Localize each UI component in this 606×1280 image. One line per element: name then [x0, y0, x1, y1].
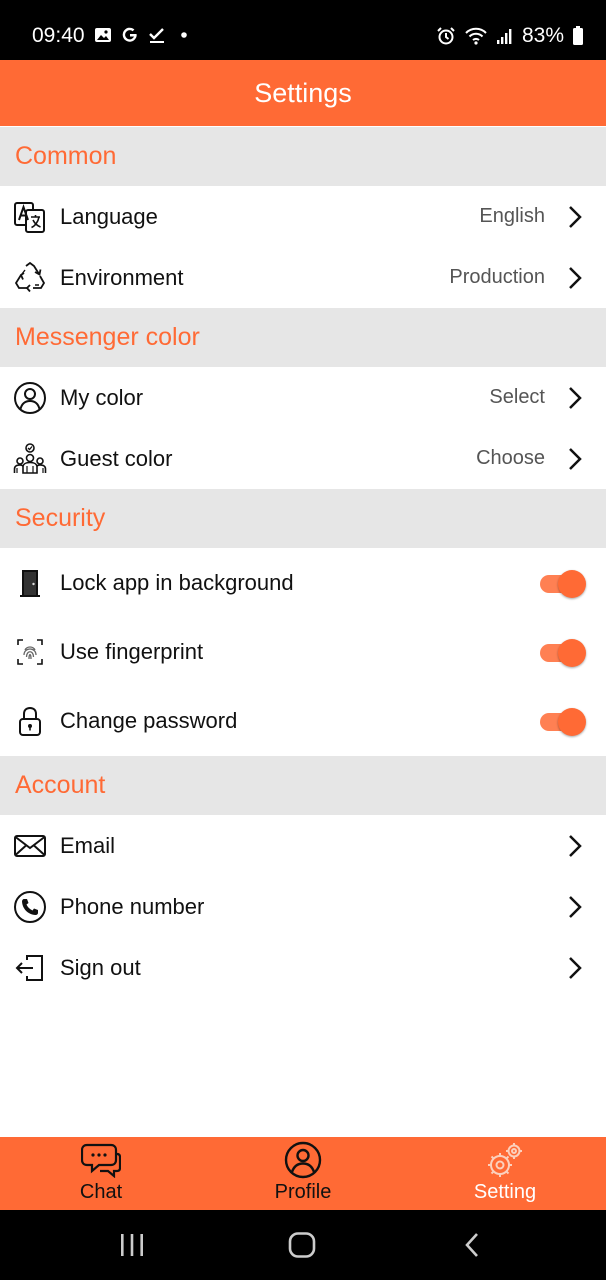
sign-out-label: Sign out — [60, 954, 141, 980]
toggle-knob — [558, 707, 586, 736]
setting-row-environment[interactable]: Environment Production — [0, 247, 606, 308]
settings-screen: 09:40 83% Settings Common Language Engli… — [0, 0, 606, 1280]
language-value: English — [479, 205, 545, 227]
setting-row-change-password: Change password — [0, 686, 606, 755]
door-icon — [13, 566, 47, 600]
chevron-right-icon — [569, 205, 582, 228]
section-header-security: Security — [0, 489, 606, 548]
toggle-knob — [558, 638, 586, 667]
status-left-icons — [94, 26, 189, 44]
system-navigation-bar — [0, 1210, 606, 1280]
home-icon[interactable] — [282, 1230, 322, 1260]
page-title: Settings — [254, 77, 352, 108]
wifi-icon — [465, 27, 487, 45]
translate-icon — [13, 200, 47, 234]
profile-icon — [283, 1141, 323, 1179]
back-icon[interactable] — [452, 1230, 492, 1260]
my-color-value: Select — [489, 386, 545, 408]
status-time: 09:40 — [32, 24, 85, 47]
email-label: Email — [60, 832, 116, 858]
gallery-icon — [95, 28, 111, 42]
status-bar: 09:40 83% — [0, 0, 606, 60]
nav-tab-profile[interactable]: Profile — [203, 1137, 403, 1210]
battery-percent: 83% — [521, 24, 564, 47]
dot-icon — [181, 32, 187, 38]
signal-icon — [496, 29, 512, 44]
setting-row-lock-app: Lock app in background — [0, 548, 606, 617]
alarm-icon — [437, 27, 455, 45]
fingerprint-toggle[interactable] — [540, 637, 586, 667]
bottom-navigation: Chat Profile Setting — [0, 1137, 606, 1210]
nav-label-chat: Chat — [79, 1181, 123, 1203]
nav-tab-chat[interactable]: Chat — [1, 1137, 201, 1210]
chevron-right-icon — [569, 447, 582, 470]
section-header-messenger-color: Messenger color — [0, 308, 606, 367]
user-circle-icon — [13, 381, 47, 415]
chevron-right-icon — [569, 895, 582, 918]
battery-icon — [573, 26, 583, 45]
section-header-account: Account — [0, 756, 606, 815]
setting-row-language[interactable]: Language English — [0, 186, 606, 247]
recycle-icon — [13, 261, 47, 295]
setting-row-sign-out[interactable]: Sign out — [0, 937, 606, 998]
setting-row-my-color[interactable]: My color Select — [0, 367, 606, 428]
nav-label-setting: Setting — [473, 1181, 537, 1203]
gear-icon — [485, 1141, 525, 1179]
change-password-label: Change password — [60, 707, 238, 733]
setting-row-fingerprint: Use fingerprint — [0, 617, 606, 686]
chevron-right-icon — [569, 956, 582, 979]
phone-number-label: Phone number — [60, 893, 205, 919]
chevron-right-icon — [569, 834, 582, 857]
section-header-common: Common — [0, 127, 606, 186]
my-color-label: My color — [60, 384, 144, 410]
environment-value: Production — [449, 266, 545, 288]
phone-icon — [13, 890, 47, 924]
lock-app-toggle[interactable] — [540, 568, 586, 598]
status-right-icons: 83% — [436, 24, 584, 48]
setting-row-email[interactable]: Email — [0, 815, 606, 876]
setting-row-guest-color[interactable]: Guest color Choose — [0, 428, 606, 489]
chat-bubbles-icon — [81, 1141, 121, 1179]
google-icon — [122, 27, 137, 42]
fingerprint-label: Use fingerprint — [60, 638, 204, 664]
chevron-right-icon — [569, 386, 582, 409]
setting-row-phone-number[interactable]: Phone number — [0, 876, 606, 937]
group-icon — [13, 442, 47, 476]
app-bar: Settings — [0, 60, 606, 126]
guest-color-label: Guest color — [60, 445, 173, 471]
change-password-toggle[interactable] — [540, 706, 586, 736]
envelope-icon — [13, 829, 47, 863]
language-label: Language — [60, 203, 158, 229]
lock-app-label: Lock app in background — [60, 569, 294, 595]
toggle-knob — [558, 569, 586, 598]
chevron-right-icon — [569, 266, 582, 289]
guest-color-value: Choose — [476, 447, 545, 469]
sign-out-icon — [13, 951, 47, 985]
recents-icon[interactable] — [112, 1230, 152, 1260]
lock-icon — [13, 704, 47, 738]
nav-label-profile: Profile — [274, 1181, 332, 1203]
check-icon — [149, 28, 164, 43]
environment-label: Environment — [60, 264, 184, 290]
nav-tab-setting[interactable]: Setting — [405, 1137, 605, 1210]
fingerprint-icon — [13, 635, 47, 669]
